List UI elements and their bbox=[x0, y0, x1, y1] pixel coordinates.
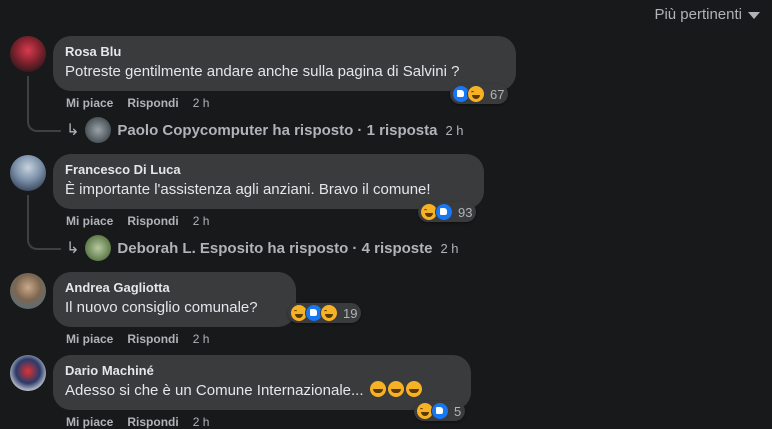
sort-dropdown[interactable]: Più pertinenti bbox=[654, 6, 760, 23]
comment-bubble: Andrea Gagliotta Il nuovo consiglio comu… bbox=[53, 272, 296, 327]
comment-actions: Mi piace Rispondi 2 h bbox=[66, 96, 209, 110]
like-button[interactable]: Mi piace bbox=[66, 332, 113, 346]
reply-button[interactable]: Rispondi bbox=[127, 332, 178, 346]
timestamp[interactable]: 2 h bbox=[193, 332, 210, 346]
view-replies-link[interactable]: ↳ Deborah L. Esposito ha risposto · 4 ri… bbox=[66, 235, 459, 261]
comment-bubble: Rosa Blu Potreste gentilmente andare anc… bbox=[53, 36, 516, 91]
comment-author[interactable]: Francesco Di Luca bbox=[65, 162, 472, 178]
rolling-laugh-emoji-icon bbox=[369, 381, 386, 397]
reactions-badge[interactable]: 93 bbox=[418, 202, 477, 222]
like-button[interactable]: Mi piace bbox=[66, 96, 113, 110]
thread-connector bbox=[27, 222, 61, 250]
replies-time: 2 h bbox=[445, 122, 464, 138]
thread-connector bbox=[27, 106, 61, 132]
comment-text: È importante l'assistenza agli anziani. … bbox=[65, 181, 431, 198]
reply-arrow-icon: ↳ bbox=[66, 122, 80, 139]
timestamp[interactable]: 2 h bbox=[193, 415, 210, 429]
reactions-badge[interactable]: 19 bbox=[288, 303, 362, 323]
avatar[interactable] bbox=[10, 155, 46, 191]
comment-actions: Mi piace Rispondi 2 h bbox=[66, 415, 209, 429]
reaction-count: 67 bbox=[490, 86, 505, 102]
comment-actions: Mi piace Rispondi 2 h bbox=[66, 332, 209, 346]
reply-arrow-icon: ↳ bbox=[66, 240, 80, 257]
comment-text: Adesso si che è un Comune Internazionale… bbox=[65, 381, 459, 401]
sort-label: Più pertinenti bbox=[654, 6, 742, 23]
caret-down-icon bbox=[748, 12, 760, 19]
squinting-laugh-reaction-icon bbox=[320, 304, 338, 322]
replies-label: Paolo Copycomputer ha risposto · 1 rispo… bbox=[117, 121, 438, 139]
replies-label: Deborah L. Esposito ha risposto · 4 risp… bbox=[117, 239, 433, 257]
reactions-badge[interactable]: 67 bbox=[450, 84, 509, 104]
comment-text: Potreste gentilmente andare anche sulla … bbox=[65, 63, 460, 80]
like-reaction-icon bbox=[435, 203, 453, 221]
haha-reaction-icon bbox=[467, 85, 485, 103]
reaction-count: 5 bbox=[454, 403, 462, 419]
timestamp[interactable]: 2 h bbox=[193, 214, 210, 228]
reply-button[interactable]: Rispondi bbox=[127, 214, 178, 228]
reply-button[interactable]: Rispondi bbox=[127, 415, 178, 429]
comment-author[interactable]: Rosa Blu bbox=[65, 44, 504, 60]
comment-bubble: Dario Machiné Adesso si che è un Comune … bbox=[53, 355, 471, 410]
comment-text: Il nuovo consiglio comunale? bbox=[65, 299, 258, 316]
comment-author[interactable]: Dario Machiné bbox=[65, 363, 459, 379]
comment-author[interactable]: Andrea Gagliotta bbox=[65, 280, 284, 296]
avatar[interactable] bbox=[10, 36, 46, 72]
reply-button[interactable]: Rispondi bbox=[127, 96, 178, 110]
view-replies-link[interactable]: ↳ Paolo Copycomputer ha risposto · 1 ris… bbox=[66, 117, 464, 143]
like-button[interactable]: Mi piace bbox=[66, 415, 113, 429]
like-button[interactable]: Mi piace bbox=[66, 214, 113, 228]
timestamp[interactable]: 2 h bbox=[193, 96, 210, 110]
reply-avatar bbox=[85, 117, 112, 143]
rolling-laugh-emoji-icon bbox=[387, 381, 404, 397]
reply-avatar bbox=[85, 235, 112, 261]
comment-text-content: Adesso si che è un Comune Internazionale… bbox=[65, 382, 364, 399]
replies-time: 2 h bbox=[440, 240, 459, 256]
avatar[interactable] bbox=[10, 355, 46, 391]
reaction-count: 19 bbox=[343, 305, 358, 321]
comment-bubble: Francesco Di Luca È importante l'assiste… bbox=[53, 154, 484, 209]
comment-actions: Mi piace Rispondi 2 h bbox=[66, 214, 209, 228]
reaction-count: 93 bbox=[458, 204, 473, 220]
like-reaction-icon bbox=[431, 402, 449, 420]
avatar[interactable] bbox=[10, 273, 46, 309]
reactions-badge[interactable]: 5 bbox=[414, 401, 466, 421]
rolling-laugh-emoji-icon bbox=[405, 381, 422, 397]
